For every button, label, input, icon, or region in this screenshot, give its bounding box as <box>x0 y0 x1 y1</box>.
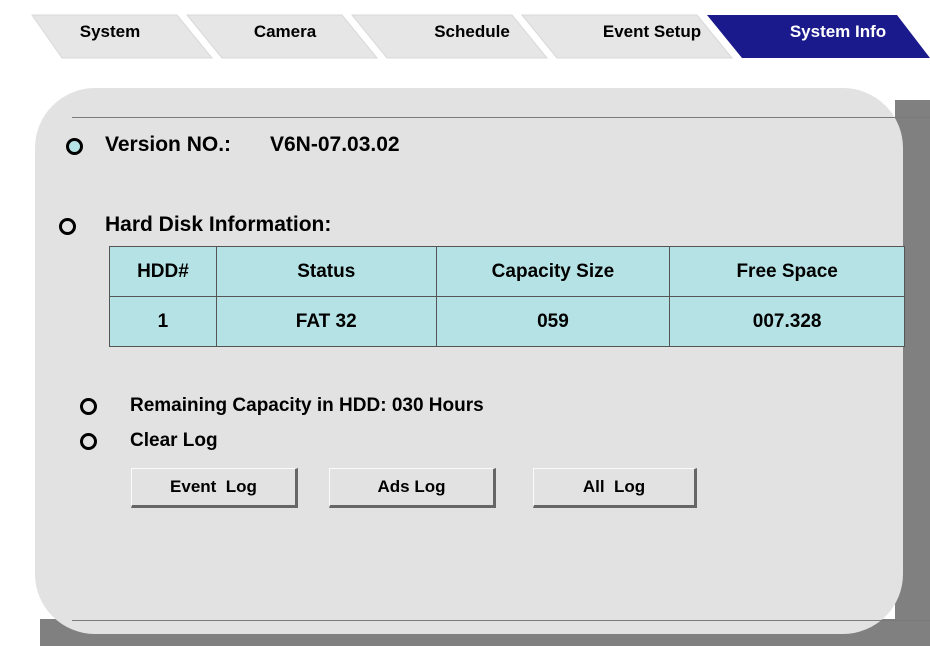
version-value: V6N-07.03.02 <box>270 133 400 156</box>
tab-system-info[interactable]: System Info <box>790 22 886 42</box>
col-capacity-size: Capacity Size <box>435 246 671 297</box>
hard-disk-heading: Hard Disk Information: <box>105 213 332 236</box>
hard-disk-radio[interactable] <box>59 218 76 235</box>
hdd-table: HDD# Status Capacity Size Free Space 1 F… <box>109 246 905 347</box>
table-row: 1 FAT 32 059 007.328 <box>109 296 905 347</box>
remaining-capacity-label: Remaining Capacity in HDD: 030 Hours <box>130 395 484 416</box>
version-radio[interactable] <box>66 138 83 155</box>
event-log-button[interactable]: Event Log <box>131 468 298 508</box>
tab-event-setup[interactable]: Event Setup <box>603 22 701 42</box>
cell-capacity-size: 059 <box>435 296 671 347</box>
col-free-space: Free Space <box>669 246 905 297</box>
ads-log-button[interactable]: Ads Log <box>329 468 496 508</box>
all-log-button[interactable]: All Log <box>533 468 697 508</box>
remaining-capacity-radio[interactable] <box>80 398 97 415</box>
table-header-row: HDD# Status Capacity Size Free Space <box>109 246 905 297</box>
tab-bar: System Camera Schedule Event Setup Syste… <box>0 0 930 60</box>
clear-log-label: Clear Log <box>130 430 218 451</box>
cell-free-space: 007.328 <box>669 296 905 347</box>
clear-log-radio[interactable] <box>80 433 97 450</box>
tab-system[interactable]: System <box>80 22 140 42</box>
tab-camera[interactable]: Camera <box>254 22 316 42</box>
panel-bottom-divider <box>72 620 930 621</box>
system-info-panel <box>35 88 903 634</box>
version-label: Version NO.: <box>105 133 232 156</box>
col-status: Status <box>215 246 437 297</box>
col-hdd-number: HDD# <box>109 246 217 297</box>
panel-top-divider <box>72 117 930 118</box>
cell-hdd-number: 1 <box>109 296 217 347</box>
tab-schedule[interactable]: Schedule <box>434 22 510 42</box>
cell-status: FAT 32 <box>215 296 437 347</box>
